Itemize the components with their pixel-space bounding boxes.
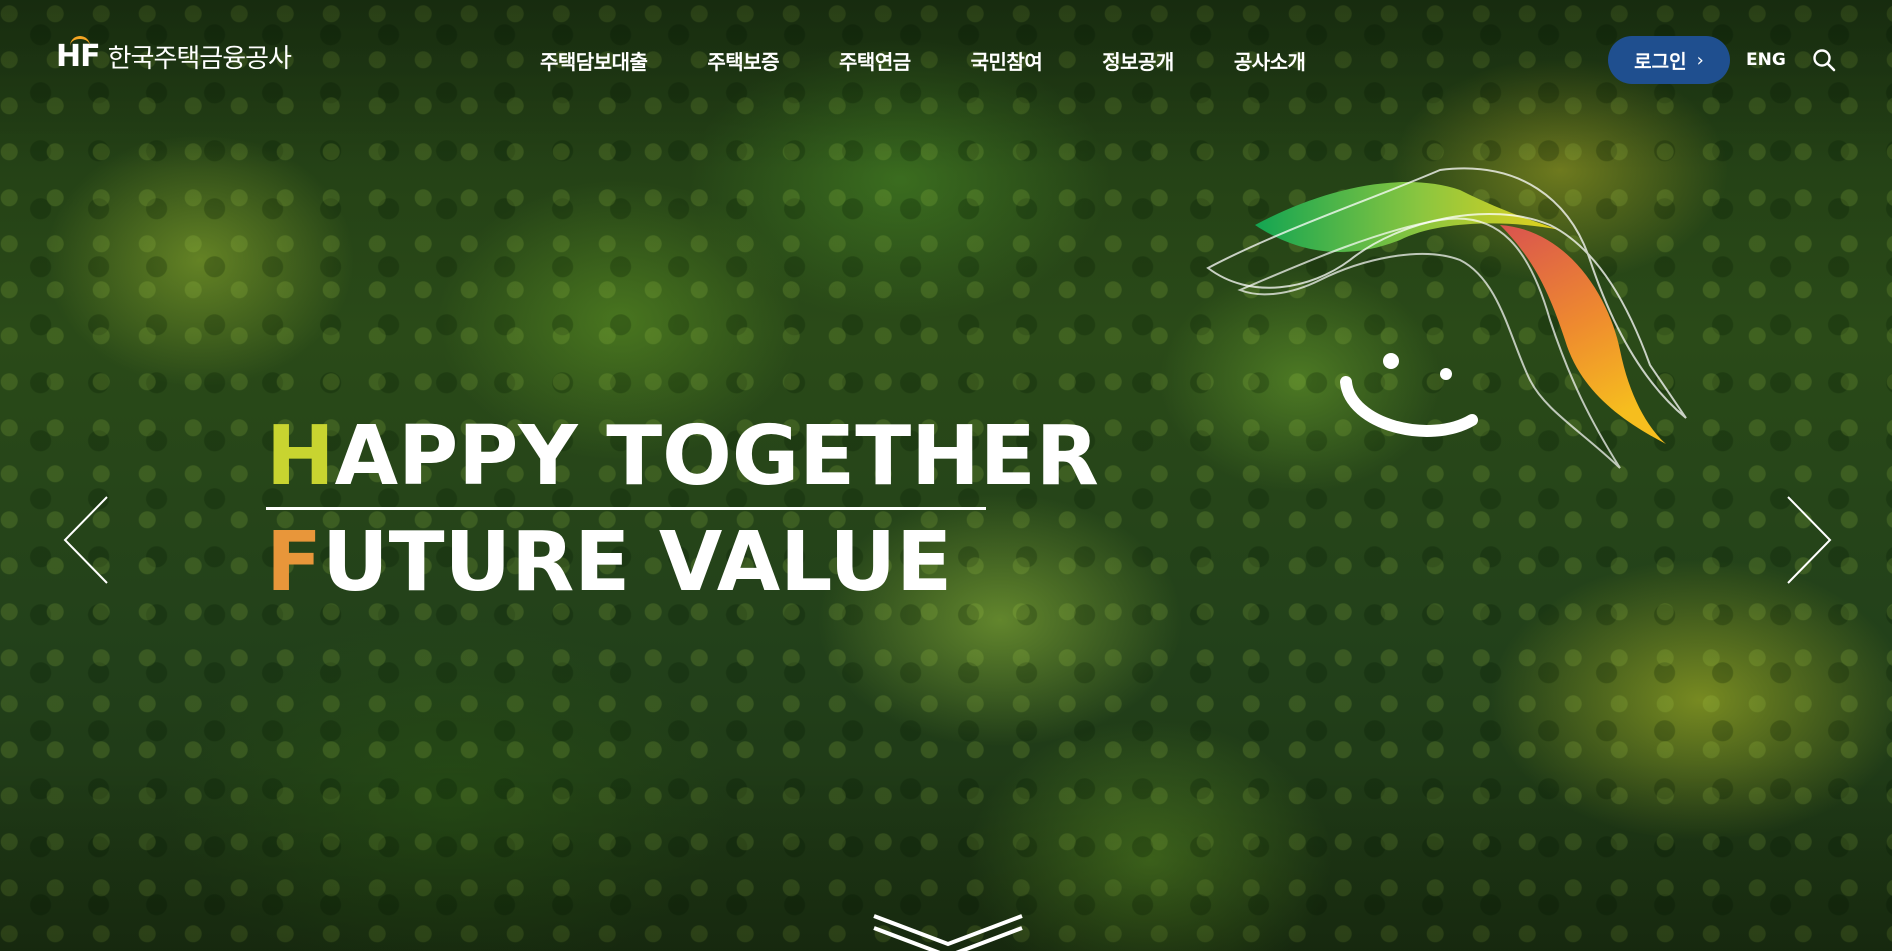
headline-line-1-rest: APPY TOGETHER — [334, 409, 1099, 504]
language-english-link[interactable]: ENG — [1746, 50, 1786, 70]
headline-line-1: HAPPY TOGETHER — [266, 416, 1099, 498]
main-nav: 주택담보대출 주택보증 주택연금 국민참여 정보공개 공사소개 — [540, 46, 1306, 75]
nav-item-participation[interactable]: 국민참여 — [971, 46, 1043, 75]
happy-leaf-emblem — [1206, 167, 1687, 469]
site-logo[interactable]: HF 한국주택금융공사 — [56, 35, 292, 75]
login-button[interactable]: 로그인 › — [1608, 36, 1730, 84]
chevron-right-icon: › — [1696, 49, 1704, 71]
nav-item-pension[interactable]: 주택연금 — [839, 46, 911, 75]
logo-mark: HF — [56, 35, 101, 72]
hero-section: HF 한국주택금융공사 주택담보대출 주택보증 주택연금 국민참여 정보공개 공… — [0, 0, 1892, 951]
headline-initial-f: F — [266, 515, 323, 610]
nav-item-mortgage[interactable]: 주택담보대출 — [540, 46, 648, 75]
nav-item-disclosure[interactable]: 정보공개 — [1102, 46, 1174, 75]
scroll-down-chevron-icon[interactable] — [872, 914, 1024, 951]
search-icon[interactable] — [1812, 48, 1836, 72]
nav-item-guarantee[interactable]: 주택보증 — [707, 46, 779, 75]
logo-name: 한국주택금융공사 — [107, 44, 292, 74]
prev-slide-arrow-icon[interactable] — [63, 495, 109, 585]
headline-line-2-rest: UTURE VALUE — [322, 515, 953, 610]
hero-headline: HAPPY TOGETHER FUTURE VALUE — [266, 416, 1099, 604]
headline-divider — [266, 507, 986, 510]
headline-initial-h: H — [266, 409, 335, 504]
next-slide-arrow-icon[interactable] — [1786, 495, 1832, 585]
headline-line-2: FUTURE VALUE — [266, 522, 1099, 604]
nav-item-about[interactable]: 공사소개 — [1234, 46, 1306, 75]
site-header: HF 한국주택금융공사 주택담보대출 주택보증 주택연금 국민참여 정보공개 공… — [0, 0, 1892, 120]
login-label: 로그인 — [1634, 50, 1687, 73]
